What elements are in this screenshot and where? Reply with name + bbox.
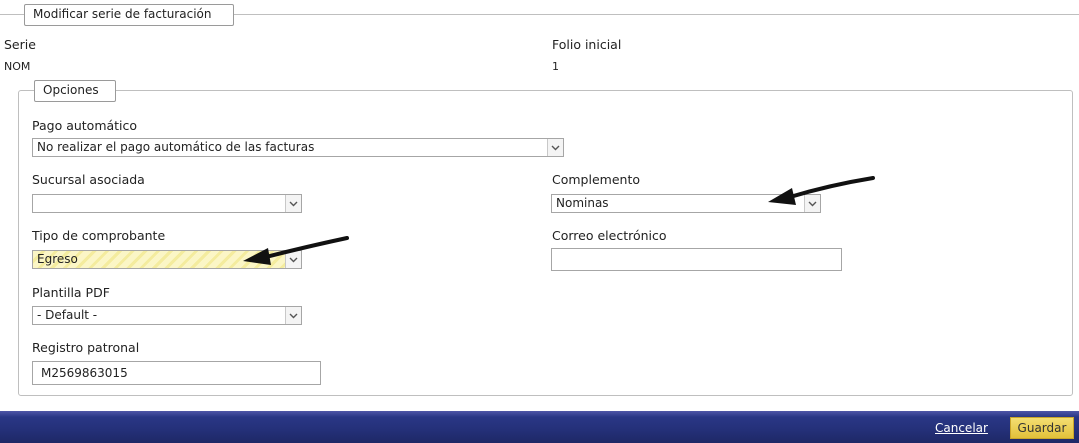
form-title: Modificar serie de facturación [24,4,234,26]
footer-bar: Cancelar Guardar [0,411,1079,443]
sucursal-asociada-label: Sucursal asociada [32,172,145,187]
correo-electronico-label: Correo electrónico [552,228,667,243]
tipo-comprobante-value: Egreso [37,252,78,266]
header-divider-left [0,14,24,15]
registro-patronal-input[interactable]: M2569863015 [32,361,321,385]
chevron-down-icon[interactable] [804,195,820,212]
tipo-comprobante-select[interactable]: Egreso [32,250,302,269]
chevron-down-icon[interactable] [285,195,301,212]
serie-label: Serie [4,37,36,52]
pago-automatico-value: No realizar el pago automático de las fa… [37,140,315,154]
chevron-down-icon[interactable] [547,139,563,156]
folio-inicial-label: Folio inicial [552,37,622,52]
complemento-value: Nominas [556,196,609,210]
pago-automatico-label: Pago automático [32,118,138,133]
tipo-comprobante-label: Tipo de comprobante [32,228,166,243]
pago-automatico-select[interactable]: No realizar el pago automático de las fa… [32,138,564,157]
chevron-down-icon[interactable] [285,251,301,268]
plantilla-pdf-label: Plantilla PDF [32,285,110,300]
sucursal-asociada-select[interactable] [32,194,302,213]
registro-patronal-label: Registro patronal [32,340,140,355]
complemento-label: Complemento [552,172,640,187]
options-fieldset [18,90,1073,396]
serie-value: NOM [4,60,31,73]
correo-electronico-input[interactable] [551,248,842,271]
cancel-link[interactable]: Cancelar [935,421,988,435]
folio-inicial-value: 1 [552,60,559,73]
plantilla-pdf-select[interactable]: - Default - [32,306,302,325]
plantilla-pdf-value: - Default - [37,308,98,322]
header-divider-right [234,14,1079,15]
chevron-down-icon[interactable] [285,307,301,324]
options-legend: Opciones [34,80,116,102]
save-button[interactable]: Guardar [1010,417,1074,439]
complemento-select[interactable]: Nominas [551,194,821,213]
